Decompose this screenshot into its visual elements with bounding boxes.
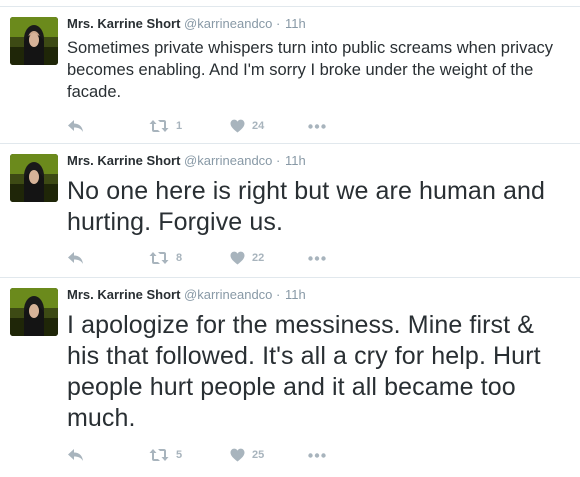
retweet-button[interactable]: 8 xyxy=(149,248,182,268)
author-handle[interactable]: @karrineandco xyxy=(184,287,272,302)
separator: · xyxy=(276,16,281,31)
author-handle[interactable]: @karrineandco xyxy=(184,16,272,31)
tweet-header: Mrs. Karrine Short @karrineandco · 11h xyxy=(67,286,568,304)
retweet-count: 1 xyxy=(176,120,183,132)
tweet-text: No one here is right but we are human an… xyxy=(67,177,546,236)
retweet-icon xyxy=(149,120,169,132)
tweet[interactable]: Mrs. Karrine Short @karrineandco · 11h I… xyxy=(0,277,580,477)
like-button[interactable]: 24 xyxy=(230,116,264,136)
more-button[interactable] xyxy=(308,116,326,136)
avatar[interactable] xyxy=(10,154,58,202)
separator: · xyxy=(276,287,281,302)
reply-button[interactable] xyxy=(67,248,84,268)
heart-icon xyxy=(230,119,245,133)
retweet-icon xyxy=(149,252,169,264)
timestamp[interactable]: 11h xyxy=(285,153,306,168)
avatar[interactable] xyxy=(10,17,58,65)
more-icon xyxy=(308,255,326,261)
tweet-content: Mrs. Karrine Short @karrineandco · 11h N… xyxy=(67,152,568,238)
reply-button[interactable] xyxy=(67,445,84,465)
like-count: 24 xyxy=(252,120,265,132)
tweet[interactable]: Mrs. Karrine Short @karrineandco · 11h S… xyxy=(0,6,580,142)
like-count: 25 xyxy=(252,449,265,461)
heart-icon xyxy=(230,448,245,462)
tweet-content: Mrs. Karrine Short @karrineandco · 11h S… xyxy=(67,15,568,103)
timestamp[interactable]: 11h xyxy=(285,16,306,31)
avatar-image xyxy=(10,288,58,336)
avatar-image xyxy=(10,154,58,202)
more-icon xyxy=(308,452,326,458)
more-icon xyxy=(308,123,326,129)
retweet-button[interactable]: 1 xyxy=(149,116,182,136)
tweet-header: Mrs. Karrine Short @karrineandco · 11h xyxy=(67,15,568,33)
tweet-text: I apologize for the messiness. Mine firs… xyxy=(67,311,541,432)
avatar-image xyxy=(10,17,58,65)
separator: · xyxy=(276,153,281,168)
tweet-header: Mrs. Karrine Short @karrineandco · 11h xyxy=(67,152,568,170)
like-count: 22 xyxy=(252,252,265,264)
reply-icon xyxy=(68,252,83,264)
author-name[interactable]: Mrs. Karrine Short xyxy=(67,287,180,302)
tweet-text: Sometimes private whispers turn into pub… xyxy=(67,39,554,101)
tweet[interactable]: Mrs. Karrine Short @karrineandco · 11h N… xyxy=(0,143,580,276)
avatar[interactable] xyxy=(10,288,58,336)
more-button[interactable] xyxy=(308,445,326,465)
author-name[interactable]: Mrs. Karrine Short xyxy=(67,16,180,31)
reply-icon xyxy=(68,120,83,132)
retweet-button[interactable]: 5 xyxy=(149,445,182,465)
retweet-count: 5 xyxy=(176,449,183,461)
author-name[interactable]: Mrs. Karrine Short xyxy=(67,153,180,168)
author-handle[interactable]: @karrineandco xyxy=(184,153,272,168)
retweet-count: 8 xyxy=(176,252,183,264)
tweet-content: Mrs. Karrine Short @karrineandco · 11h I… xyxy=(67,286,568,434)
more-button[interactable] xyxy=(308,248,326,268)
reply-button[interactable] xyxy=(67,116,84,136)
heart-icon xyxy=(230,251,245,265)
retweet-icon xyxy=(149,449,169,461)
reply-icon xyxy=(68,449,83,461)
tweet-timeline: Mrs. Karrine Short @karrineandco · 11h S… xyxy=(0,0,580,477)
like-button[interactable]: 25 xyxy=(230,445,264,465)
like-button[interactable]: 22 xyxy=(230,248,264,268)
timestamp[interactable]: 11h xyxy=(285,287,306,302)
